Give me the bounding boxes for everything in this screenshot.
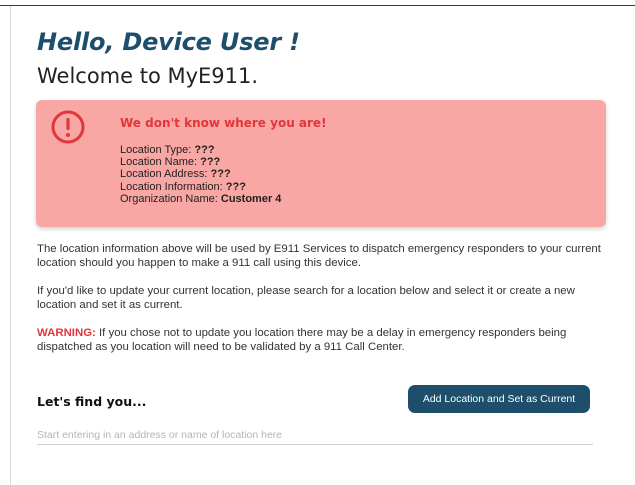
- warning-text: If you chose not to update you location …: [37, 327, 567, 353]
- location-search-input[interactable]: [37, 425, 593, 445]
- exclamation-circle-icon: [51, 110, 85, 144]
- location-information-label: Location Information:: [120, 180, 226, 193]
- alert-title: We don't know where you are!: [120, 116, 327, 130]
- welcome-heading: Welcome to MyE911.: [37, 64, 259, 88]
- location-name-label: Location Name:: [120, 156, 201, 169]
- location-address-line: Location Address: ???: [120, 168, 281, 180]
- location-address-value: ???: [210, 168, 231, 181]
- organization-name-label: Organization Name:: [120, 192, 221, 205]
- location-type-value: ???: [194, 144, 215, 156]
- location-unknown-alert: We don't know where you are! Location Ty…: [36, 100, 606, 227]
- info-paragraph-dispatch: The location information above will be u…: [37, 243, 601, 269]
- info-paragraph-update: If you'd like to update your current loc…: [37, 285, 575, 311]
- organization-name-line: Organization Name: Customer 4: [120, 193, 281, 205]
- warning-paragraph: WARNING: If you chose not to update you …: [37, 326, 607, 354]
- location-type-line: Location Type: ???: [120, 144, 281, 156]
- location-information-value: ???: [225, 180, 246, 193]
- location-name-value: ???: [200, 156, 221, 169]
- location-details: Location Type: ??? Location Name: ??? Lo…: [120, 144, 281, 205]
- organization-name-value: Customer 4: [220, 192, 282, 205]
- location-type-label: Location Type:: [120, 144, 195, 156]
- location-information-line: Location Information: ???: [120, 181, 281, 193]
- greeting-heading: Hello, Device User !: [37, 28, 300, 56]
- warning-label: WARNING:: [37, 327, 96, 339]
- location-address-label: Location Address:: [120, 168, 211, 181]
- add-location-button[interactable]: Add Location and Set as Current: [408, 385, 590, 413]
- find-section-title: Let's find you...: [37, 394, 147, 409]
- location-name-line: Location Name: ???: [120, 156, 281, 168]
